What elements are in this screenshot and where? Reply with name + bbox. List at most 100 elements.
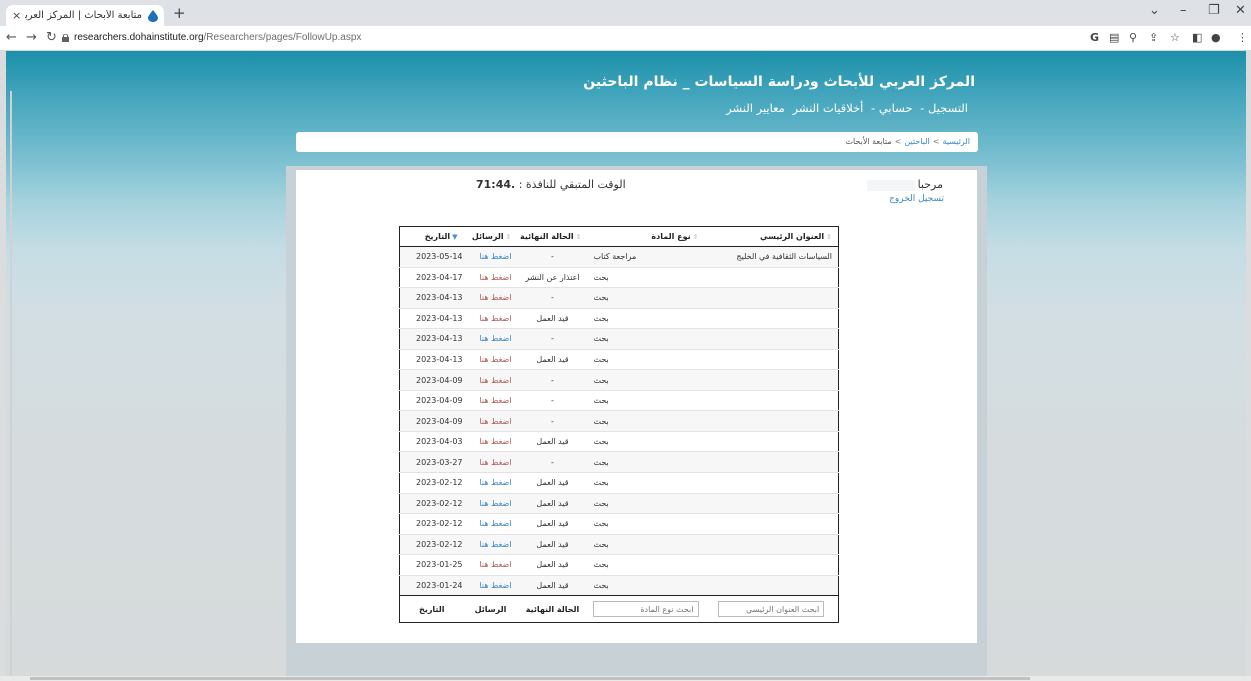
cell-status: قيد العمل bbox=[517, 430, 588, 452]
messages-link[interactable]: اضغط هنا bbox=[479, 252, 511, 261]
minimize-icon[interactable]: – bbox=[1180, 3, 1187, 18]
cell-title bbox=[704, 533, 839, 555]
messages-link[interactable]: اضغط هنا bbox=[479, 499, 511, 508]
cell-date: 2023-04-09 bbox=[399, 410, 464, 432]
table-row: بحث قيد العمل اضغط هنا 2023-02-12 bbox=[399, 513, 839, 535]
col-header-date[interactable]: ▼التاريخ bbox=[399, 226, 464, 247]
table-row: بحث قيد العمل اضغط هنا 2023-02-12 bbox=[399, 492, 839, 514]
messages-link[interactable]: اضغط هنا bbox=[479, 396, 511, 405]
messages-link[interactable]: اضغط هنا bbox=[479, 478, 511, 487]
breadcrumb-separator: > bbox=[932, 137, 940, 146]
tab-title: متابعة الأبحاث | المركز العربي للأبحاث bbox=[25, 10, 142, 21]
back-icon[interactable]: ← bbox=[6, 30, 17, 45]
zoom-icon[interactable]: ⚲ bbox=[1129, 31, 1137, 44]
cell-title bbox=[704, 513, 839, 535]
messages-link[interactable]: اضغط هنا bbox=[479, 437, 511, 446]
reload-icon[interactable]: ↻ bbox=[46, 30, 57, 45]
filter-type-cell bbox=[587, 595, 705, 623]
messages-link[interactable]: اضغط هنا bbox=[479, 581, 511, 590]
profile-icon[interactable]: ● bbox=[1211, 31, 1221, 44]
col-header-title[interactable]: ⇕العنوان الرئيسي bbox=[704, 226, 839, 247]
share-icon[interactable]: ⇪ bbox=[1149, 31, 1158, 44]
menu-standards[interactable]: معايير النشر bbox=[726, 101, 785, 115]
cell-type: بحث bbox=[587, 287, 705, 309]
col-header-type[interactable]: ⇕نوع المادة bbox=[587, 226, 705, 247]
cell-title bbox=[704, 389, 839, 411]
timer-label: الوقت المتبقي للنافذة : bbox=[518, 178, 626, 191]
site-favicon-icon bbox=[148, 9, 158, 22]
welcome-text: مرحبا bbox=[866, 178, 943, 191]
cell-status: قيد العمل bbox=[517, 307, 588, 329]
col-header-messages[interactable]: ⇕الرسائل bbox=[463, 226, 518, 247]
forward-icon[interactable]: → bbox=[26, 30, 37, 45]
messages-link[interactable]: اضغط هنا bbox=[479, 355, 511, 364]
menu-register[interactable]: التسجيل - bbox=[920, 101, 968, 115]
table-row: السياسات الثقافية في الخليج مراجعة كتاب - ا… bbox=[399, 246, 839, 268]
menu-account[interactable]: حسابي - bbox=[871, 101, 912, 115]
new-tab-button[interactable]: + bbox=[173, 4, 186, 22]
messages-link[interactable]: اضغط هنا bbox=[479, 417, 511, 426]
breadcrumb-separator: > bbox=[894, 137, 902, 146]
cell-date: 2023-02-12 bbox=[399, 472, 464, 494]
url-path: /Researchers/pages/FollowUp.aspx bbox=[203, 32, 362, 43]
cell-date: 2023-04-17 bbox=[399, 266, 464, 288]
cell-status: - bbox=[517, 410, 588, 432]
col-header-status[interactable]: ⇕الحالة النهائية bbox=[517, 226, 588, 247]
menu-icon[interactable]: ⋮ bbox=[1237, 31, 1248, 44]
cell-type: بحث bbox=[587, 554, 705, 576]
left-border bbox=[10, 91, 12, 681]
logout-link[interactable]: تسجيل الخروج bbox=[889, 194, 944, 204]
breadcrumb-researchers[interactable]: الباحثين bbox=[904, 137, 929, 146]
messages-link[interactable]: اضغط هنا bbox=[479, 560, 511, 569]
messages-link[interactable]: اضغط هنا bbox=[479, 273, 511, 282]
cell-messages: اضغط هنا bbox=[463, 472, 518, 494]
followup-table: ⇕العنوان الرئيسي ⇕نوع المادة ⇕الحالة الن… bbox=[399, 226, 839, 624]
restore-icon[interactable]: ❐ bbox=[1208, 3, 1220, 18]
cell-date: 2023-03-27 bbox=[399, 451, 464, 473]
messages-link[interactable]: اضغط هنا bbox=[479, 519, 511, 528]
messages-link[interactable]: اضغط هنا bbox=[479, 314, 511, 323]
menu-ethics[interactable]: أخلاقيات النشر bbox=[792, 101, 863, 115]
cell-type: بحث bbox=[587, 369, 705, 391]
messages-link[interactable]: اضغط هنا bbox=[479, 376, 511, 385]
cell-messages: اضغط هنا bbox=[463, 513, 518, 535]
table-row: بحث قيد العمل اضغط هنا 2023-04-03 bbox=[399, 430, 839, 452]
sidepanel-icon[interactable]: ◧ bbox=[1192, 31, 1202, 44]
table-row: بحث - اضغط هنا 2023-03-27 bbox=[399, 451, 839, 473]
filter-title-input[interactable] bbox=[718, 601, 825, 618]
horizontal-scrollbar[interactable] bbox=[0, 676, 1251, 681]
url-host: researchers.dohainstitute.org bbox=[74, 32, 204, 43]
cell-date: 2023-01-24 bbox=[399, 574, 464, 596]
cell-type: بحث bbox=[587, 266, 705, 288]
messages-link[interactable]: اضغط هنا bbox=[479, 334, 511, 343]
url-field[interactable]: researchers.dohainstitute.org/Researcher… bbox=[74, 32, 361, 43]
cell-type: بحث bbox=[587, 328, 705, 350]
table-row: بحث قيد العمل اضغط هنا 2023-04-13 bbox=[399, 348, 839, 370]
messages-link[interactable]: اضغط هنا bbox=[479, 540, 511, 549]
tab-search-icon[interactable]: ⌄ bbox=[1149, 3, 1160, 18]
cell-title bbox=[704, 410, 839, 432]
cell-title bbox=[704, 554, 839, 576]
cell-title bbox=[704, 369, 839, 391]
cell-messages: اضغط هنا bbox=[463, 451, 518, 473]
filter-type-input[interactable] bbox=[592, 601, 699, 618]
google-icon[interactable]: G bbox=[1090, 31, 1099, 44]
site-title: المركز العربي للأبحاث ودراسة السياسات _ … bbox=[583, 74, 975, 90]
messages-link[interactable]: اضغط هنا bbox=[479, 293, 511, 302]
browser-tab[interactable]: متابعة الأبحاث | المركز العربي للأبحاث × bbox=[6, 5, 164, 26]
scrollbar-thumb[interactable] bbox=[30, 677, 1030, 680]
star-icon[interactable]: ☆ bbox=[1170, 31, 1180, 44]
tab-close-icon[interactable]: × bbox=[12, 9, 21, 22]
table-header-row: ⇕العنوان الرئيسي ⇕نوع المادة ⇕الحالة الن… bbox=[399, 226, 839, 247]
table-row: بحث قيد العمل اضغط هنا 2023-01-25 bbox=[399, 554, 839, 576]
breadcrumb-home[interactable]: الرئيسية bbox=[942, 137, 970, 146]
cell-title bbox=[704, 430, 839, 452]
translate-icon[interactable]: ▤ bbox=[1109, 31, 1119, 44]
messages-link[interactable]: اضغط هنا bbox=[479, 458, 511, 467]
lock-icon[interactable] bbox=[62, 34, 69, 42]
cell-date: 2023-04-13 bbox=[399, 307, 464, 329]
cell-messages: اضغط هنا bbox=[463, 328, 518, 350]
cell-messages: اضغط هنا bbox=[463, 533, 518, 555]
table-row: بحث اعتذار عن النشر اضغط هنا 2023-04-17 bbox=[399, 266, 839, 288]
close-window-icon[interactable]: ✕ bbox=[1235, 3, 1246, 18]
